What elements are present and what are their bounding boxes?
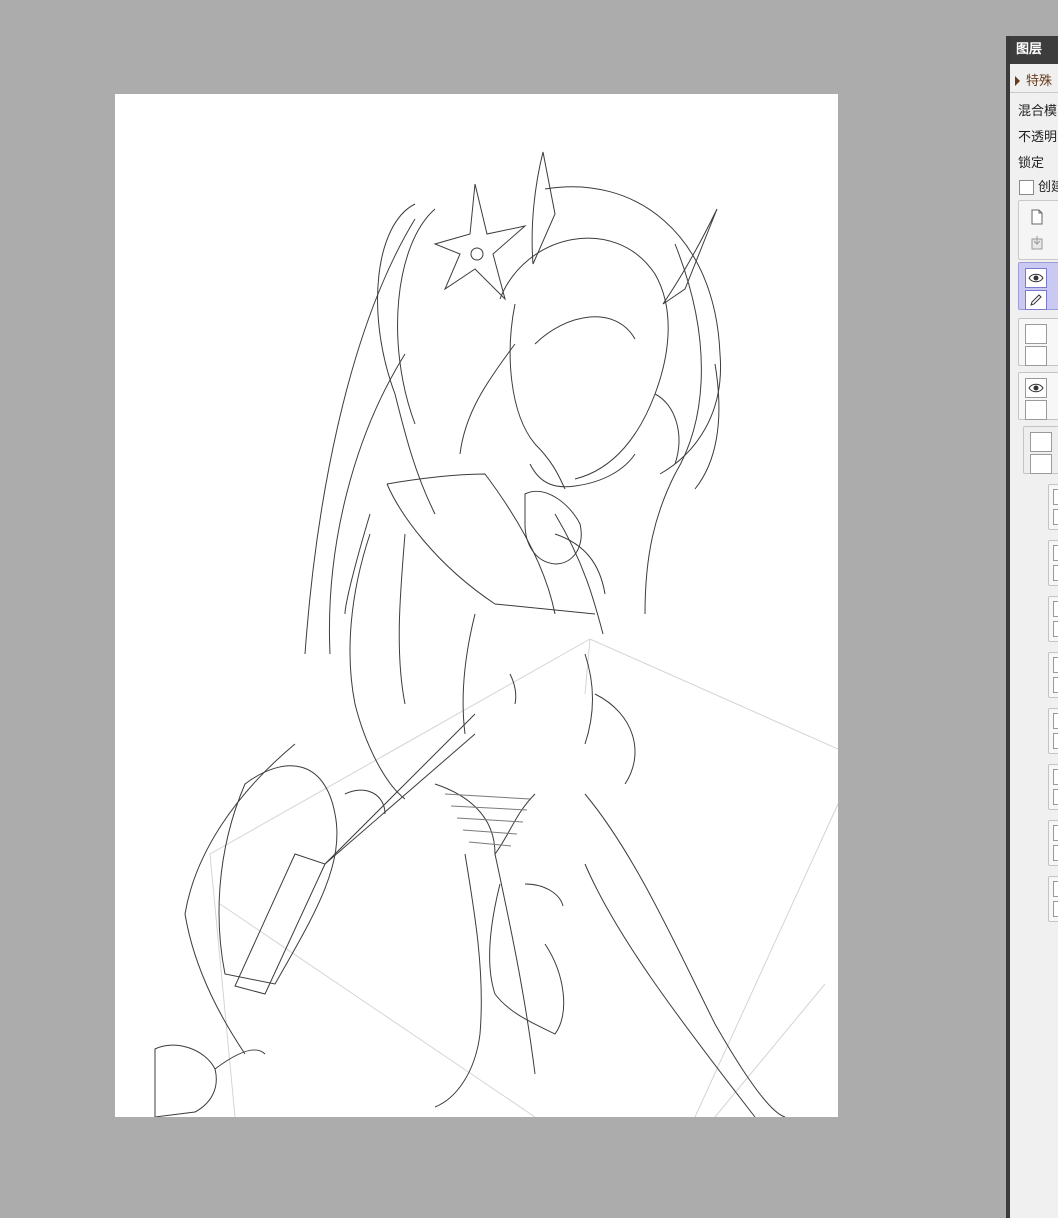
lock-label: 锁定 xyxy=(1018,156,1045,171)
edit-lock-toggle[interactable] xyxy=(1053,901,1058,917)
layer-item[interactable] xyxy=(1048,876,1058,922)
layer-item[interactable] xyxy=(1048,596,1058,642)
expand-triangle-icon xyxy=(1015,76,1020,86)
layer-item[interactable] xyxy=(1048,540,1058,586)
edit-lock-toggle[interactable] xyxy=(1053,621,1058,637)
opacity-row[interactable]: 不透明 xyxy=(1018,126,1057,145)
edit-lock-toggle[interactable] xyxy=(1053,677,1058,693)
special-section-label: 特殊 xyxy=(1026,74,1053,89)
drawing-canvas[interactable] xyxy=(115,94,838,1117)
edit-lock-toggle[interactable] xyxy=(1053,733,1058,749)
visibility-toggle[interactable] xyxy=(1053,489,1058,505)
layer-item[interactable] xyxy=(1048,764,1058,810)
visibility-toggle[interactable] xyxy=(1025,268,1047,288)
edit-lock-toggle[interactable] xyxy=(1053,845,1058,861)
layer-item[interactable] xyxy=(1018,318,1058,366)
layer-item[interactable] xyxy=(1048,820,1058,866)
edit-lock-toggle[interactable] xyxy=(1025,290,1047,310)
eye-icon xyxy=(1028,273,1044,283)
edit-lock-toggle[interactable] xyxy=(1053,789,1058,805)
canvas-workspace[interactable] xyxy=(0,0,1006,1218)
layer-item[interactable] xyxy=(1018,262,1058,310)
edit-lock-toggle[interactable] xyxy=(1053,565,1058,581)
perspective-guide-box xyxy=(209,638,838,1117)
visibility-toggle[interactable] xyxy=(1030,432,1052,452)
visibility-toggle[interactable] xyxy=(1025,378,1047,398)
visibility-toggle[interactable] xyxy=(1053,769,1058,785)
visibility-toggle[interactable] xyxy=(1053,825,1058,841)
create-clip-row[interactable]: 创建 xyxy=(1019,176,1058,195)
edit-lock-toggle[interactable] xyxy=(1025,346,1047,366)
layer-item[interactable] xyxy=(1018,372,1058,420)
divider xyxy=(1010,92,1058,93)
layer-panel-title: 图层 xyxy=(1010,36,1058,64)
eye-icon xyxy=(1028,383,1044,393)
visibility-toggle[interactable] xyxy=(1053,881,1058,897)
layer-list xyxy=(1018,262,1058,1218)
opacity-label: 不透明 xyxy=(1018,130,1058,145)
layer-item[interactable] xyxy=(1048,652,1058,698)
visibility-toggle[interactable] xyxy=(1053,601,1058,617)
special-section-toggle[interactable]: 特殊 xyxy=(1015,70,1052,89)
visibility-toggle[interactable] xyxy=(1053,657,1058,673)
create-clip-label: 创建 xyxy=(1038,180,1058,195)
visibility-toggle[interactable] xyxy=(1025,324,1047,344)
create-clip-checkbox[interactable] xyxy=(1019,180,1034,195)
layer-group-folder[interactable] xyxy=(1023,426,1058,474)
lock-row[interactable]: 锁定 xyxy=(1018,152,1044,171)
edit-lock-toggle[interactable] xyxy=(1025,400,1047,420)
pencil-icon xyxy=(1030,294,1042,306)
layer-panel: 图层 特殊 混合模 不透明 锁定 创建 xyxy=(1006,36,1058,1218)
layer-toolbar xyxy=(1018,200,1058,260)
layer-item[interactable] xyxy=(1048,708,1058,754)
blend-mode-label: 混合模 xyxy=(1018,104,1058,119)
edit-lock-toggle[interactable] xyxy=(1053,509,1058,525)
visibility-toggle[interactable] xyxy=(1053,545,1058,561)
new-layer-icon[interactable] xyxy=(1029,209,1045,225)
lineart-drawing xyxy=(154,151,838,1117)
blend-mode-row[interactable]: 混合模 xyxy=(1018,100,1057,119)
layer-item[interactable] xyxy=(1048,484,1058,530)
edit-lock-toggle[interactable] xyxy=(1030,454,1052,474)
merge-down-icon[interactable] xyxy=(1029,235,1045,251)
visibility-toggle[interactable] xyxy=(1053,713,1058,729)
